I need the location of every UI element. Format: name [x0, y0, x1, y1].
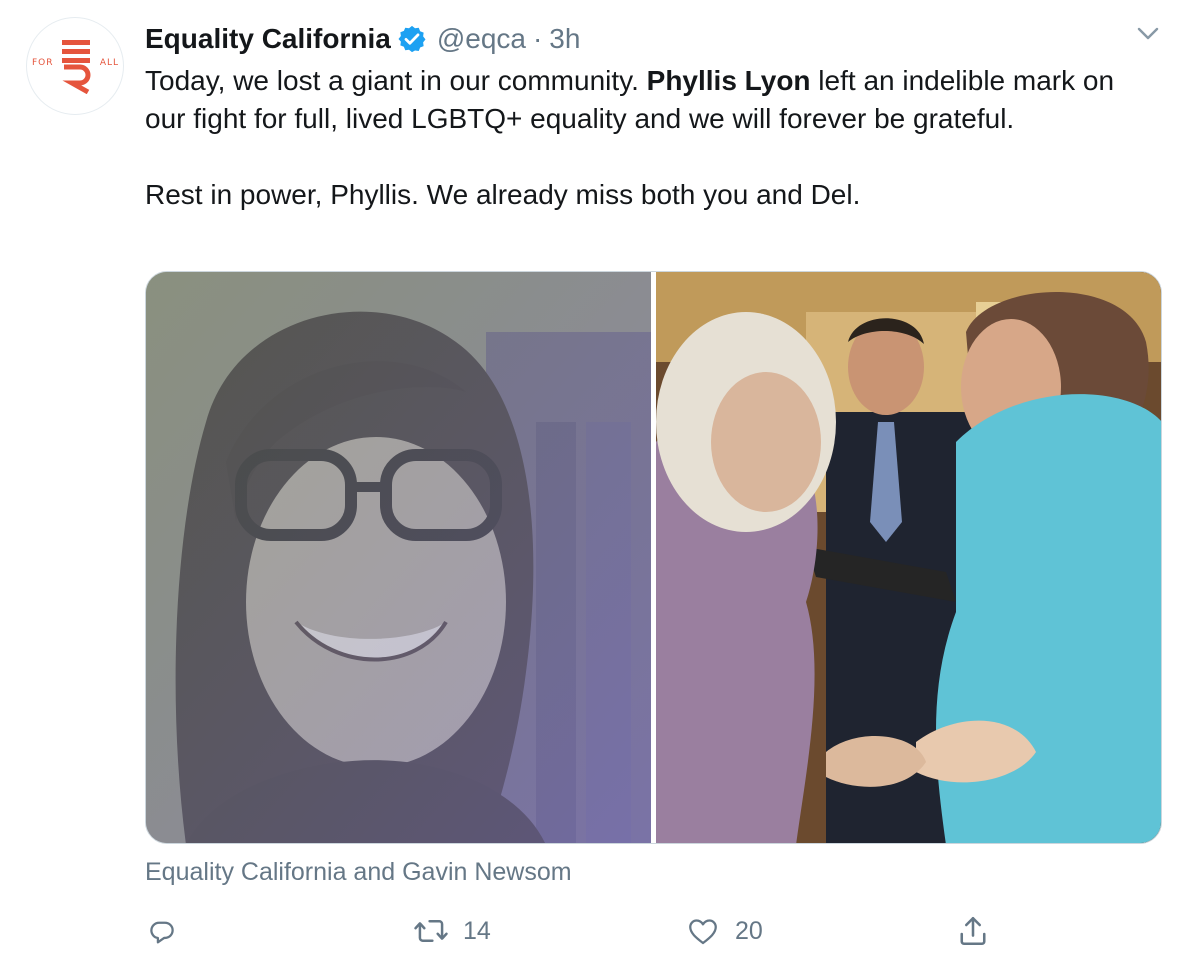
equality-logo-icon [62, 40, 91, 94]
avatar-for-text: FOR [32, 58, 54, 68]
tweet-paragraph-1: Today, we lost a giant in our community.… [145, 62, 1155, 138]
tweet-text-start: Today, we lost a giant in our community. [145, 65, 647, 96]
photo-wedding[interactable] [655, 272, 1161, 843]
retweet-count: 14 [463, 916, 491, 945]
tweet-timestamp[interactable]: 3h [549, 23, 580, 55]
tweet-header: Equality California @eqca · 3h [145, 20, 580, 58]
photo-portrait[interactable] [146, 272, 651, 843]
retweet-icon [414, 920, 448, 942]
tweet-actions: 14 20 [145, 906, 1162, 956]
more-options-chevron-icon[interactable] [1133, 22, 1163, 46]
like-button[interactable]: 20 [685, 906, 763, 956]
avatar-all-text: ALL [99, 58, 119, 68]
avatar[interactable]: FOR ALL [26, 17, 124, 115]
account-name[interactable]: Equality California [145, 23, 391, 55]
tweet-paragraph-2: Rest in power, Phyllis. We already miss … [145, 179, 861, 210]
wedding-illustration [655, 272, 1161, 843]
like-count: 20 [735, 916, 763, 945]
share-icon [960, 916, 986, 946]
tweet-text: Today, we lost a giant in our community.… [145, 62, 1155, 214]
media-attribution[interactable]: Equality California and Gavin Newsom [145, 858, 572, 887]
reply-button[interactable] [145, 906, 179, 956]
share-button[interactable] [955, 906, 991, 956]
tweet-text-bold-name: Phyllis Lyon [646, 65, 811, 96]
portrait-illustration [146, 272, 651, 843]
media-grid [145, 271, 1162, 844]
tweet-card[interactable]: FOR ALL Equality California @eqca · 3h T… [0, 0, 1192, 970]
verified-badge-icon [397, 24, 427, 54]
retweet-button[interactable]: 14 [413, 906, 491, 956]
account-handle[interactable]: @eqca [437, 23, 526, 55]
heart-icon [689, 919, 717, 945]
separator-dot: · [532, 23, 543, 54]
reply-icon [150, 921, 174, 944]
